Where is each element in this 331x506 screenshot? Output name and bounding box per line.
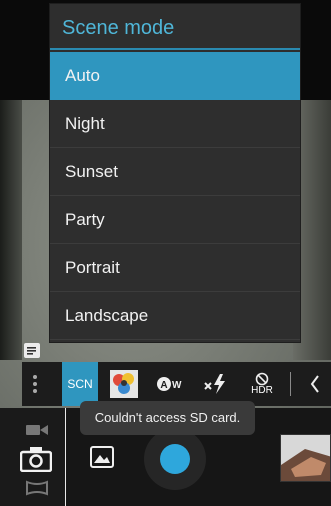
gallery-icon[interactable] [90,446,114,468]
scene-mode-menu: Scene mode Auto Night Sunset Party Portr… [50,4,300,342]
video-camera-icon[interactable] [26,422,48,438]
settings-list-icon[interactable] [24,343,42,358]
scene-item-party[interactable]: Party [50,196,300,244]
scene-item-night[interactable]: Night [50,100,300,148]
more-vert-icon[interactable] [26,362,44,406]
toolbar-divider [290,372,291,396]
svg-text:W: W [172,380,182,391]
camera-icon[interactable] [20,446,52,472]
viewfinder-left-edge [0,100,22,360]
collapse-chevron-icon[interactable] [304,362,326,406]
hdr-off-icon[interactable]: HDR [246,362,278,406]
scene-item-landscape[interactable]: Landscape [50,292,300,340]
scene-menu-title: Scene mode [50,4,300,50]
svg-text:A: A [160,380,167,391]
scene-item-sunset[interactable]: Sunset [50,148,300,196]
toast-message: Couldn't access SD card. [80,401,255,435]
camera-mode-switcher[interactable] [0,408,66,506]
panorama-icon[interactable] [26,480,48,496]
last-photo-thumbnail[interactable] [280,434,331,482]
shutter-button[interactable] [160,444,190,474]
flash-auto-icon[interactable] [200,362,232,406]
scene-item-portrait[interactable]: Portrait [50,244,300,292]
color-effect-icon[interactable] [108,362,140,406]
hdr-label: HDR [251,385,273,396]
scene-item-auto[interactable]: Auto [50,52,300,100]
scn-label: SCN [67,377,93,391]
white-balance-icon[interactable]: A W [154,362,186,406]
scene-mode-button[interactable]: SCN [62,362,98,406]
camera-settings-toolbar: SCN A W HDR [22,362,331,406]
